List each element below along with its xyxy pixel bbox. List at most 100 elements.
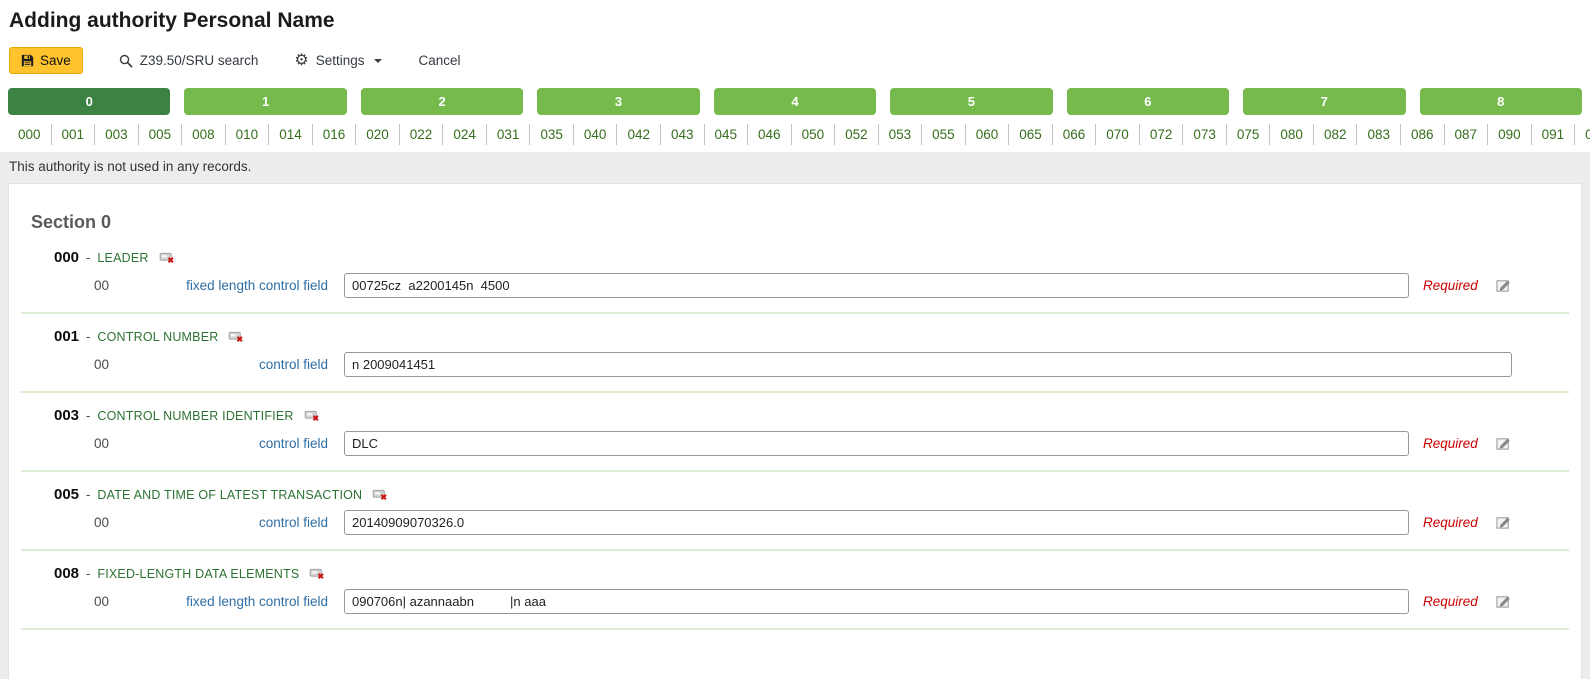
indicators: 00 — [94, 594, 154, 609]
subfield-value-input[interactable] — [344, 352, 1512, 377]
tag-dash: - — [86, 250, 90, 265]
tab-section[interactable]: 0 — [8, 88, 170, 115]
cancel-button[interactable]: Cancel — [418, 53, 460, 68]
tag-link[interactable]: 024 — [453, 127, 476, 142]
tab-section[interactable]: 1 — [184, 88, 346, 115]
subfield-label-link[interactable]: fixed length control field — [154, 594, 328, 609]
tag-link[interactable]: 082 — [1324, 127, 1347, 142]
save-button[interactable]: Save — [9, 47, 83, 74]
subfield-line: 00 control field Required — [21, 510, 1569, 535]
tag-link-item: 042 — [617, 124, 661, 145]
tag-link[interactable]: 035 — [540, 127, 563, 142]
tag-link[interactable]: 060 — [976, 127, 999, 142]
tag-link[interactable]: 052 — [845, 127, 868, 142]
tag-link[interactable]: 091 — [1542, 127, 1565, 142]
tab-section[interactable]: 5 — [890, 88, 1052, 115]
tag-link[interactable]: 066 — [1063, 127, 1086, 142]
tag-link[interactable]: 072 — [1150, 127, 1173, 142]
required-label: Required — [1423, 594, 1478, 609]
tag-link[interactable]: 020 — [366, 127, 389, 142]
edit-in-editor-icon[interactable] — [1496, 278, 1511, 293]
tag-link-item: 031 — [487, 124, 531, 145]
z3950-search-button[interactable]: Z39.50/SRU search — [119, 53, 259, 68]
edit-in-editor-icon[interactable] — [1496, 436, 1511, 451]
tag-link[interactable]: 040 — [584, 127, 607, 142]
delete-field-icon[interactable]: ✖ — [159, 252, 175, 264]
tag-link[interactable]: 055 — [932, 127, 955, 142]
tag-number: 008 — [54, 565, 79, 582]
subfield-value-input[interactable] — [344, 510, 1409, 535]
edit-in-editor-icon[interactable] — [1496, 594, 1511, 609]
subfield-label-link[interactable]: control field — [154, 436, 328, 451]
tab-section[interactable]: 2 — [361, 88, 523, 115]
cancel-label: Cancel — [418, 53, 460, 68]
subfield-label-link[interactable]: control field — [154, 515, 328, 530]
tag-dash: - — [86, 566, 90, 581]
tag-dash: - — [86, 329, 90, 344]
tag-link[interactable]: 050 — [802, 127, 825, 142]
svg-text:✖: ✖ — [167, 256, 174, 264]
tab-section[interactable]: 4 — [714, 88, 876, 115]
tag-link[interactable]: 065 — [1019, 127, 1042, 142]
tag-link[interactable]: 010 — [236, 127, 259, 142]
tag-link-item: 022 — [400, 124, 444, 145]
tab-label: 8 — [1497, 94, 1504, 109]
tag-link[interactable]: 043 — [671, 127, 694, 142]
tab-label: 1 — [262, 94, 269, 109]
chevron-down-icon — [374, 59, 382, 63]
subfield-label-link[interactable]: control field — [154, 357, 328, 372]
tab-label: 5 — [968, 94, 975, 109]
tag-number: 001 — [54, 328, 79, 345]
edit-in-editor-icon[interactable] — [1496, 515, 1511, 530]
tab-section[interactable]: 8 — [1420, 88, 1582, 115]
subfield-label-link[interactable]: fixed length control field — [154, 278, 328, 293]
tag-link-item: 072 — [1140, 124, 1184, 145]
tag-link-item: 075 — [1227, 124, 1271, 145]
tag-link[interactable]: 075 — [1237, 127, 1260, 142]
tag-line: 005 - DATE AND TIME OF LATEST TRANSACTIO… — [21, 486, 1569, 503]
tab-section[interactable]: 3 — [537, 88, 699, 115]
tag-link[interactable]: 016 — [323, 127, 346, 142]
settings-menu-button[interactable]: ⚙ Settings — [294, 53, 382, 69]
tag-link[interactable]: 092 — [1585, 127, 1590, 142]
tag-link[interactable]: 090 — [1498, 127, 1521, 142]
tag-link-item: 082 — [1314, 124, 1358, 145]
tag-link[interactable]: 073 — [1193, 127, 1216, 142]
tag-link[interactable]: 046 — [758, 127, 781, 142]
delete-field-icon[interactable]: ✖ — [309, 568, 325, 580]
tag-link[interactable]: 083 — [1367, 127, 1390, 142]
tag-link[interactable]: 042 — [627, 127, 650, 142]
subfield-value-input[interactable] — [344, 589, 1409, 614]
tab-section[interactable]: 7 — [1243, 88, 1405, 115]
tag-name: CONTROL NUMBER — [97, 330, 218, 344]
tag-link[interactable]: 022 — [410, 127, 433, 142]
tag-link[interactable]: 014 — [279, 127, 302, 142]
tag-link[interactable]: 086 — [1411, 127, 1434, 142]
tag-link-item: 020 — [356, 124, 400, 145]
tag-link[interactable]: 001 — [62, 127, 85, 142]
tag-link-item: 035 — [530, 124, 574, 145]
subfield-value-input[interactable] — [344, 273, 1409, 298]
tag-link[interactable]: 080 — [1280, 127, 1303, 142]
tag-link-item: 045 — [705, 124, 749, 145]
tag-link[interactable]: 087 — [1455, 127, 1478, 142]
subfield-line: 00 fixed length control field Required — [21, 589, 1569, 614]
tag-link[interactable]: 070 — [1106, 127, 1129, 142]
tag-link[interactable]: 000 — [18, 127, 41, 142]
tag-link-item: 016 — [313, 124, 357, 145]
delete-field-icon[interactable]: ✖ — [372, 489, 388, 501]
tag-link[interactable]: 005 — [149, 127, 172, 142]
tag-dash: - — [86, 408, 90, 423]
delete-field-icon[interactable]: ✖ — [304, 410, 320, 422]
tag-link[interactable]: 003 — [105, 127, 128, 142]
editor-panel: Section 0 000 - LEADER ✖ 00 — [8, 183, 1582, 679]
tag-link[interactable]: 008 — [192, 127, 215, 142]
tag-link[interactable]: 031 — [497, 127, 520, 142]
tag-link[interactable]: 053 — [889, 127, 912, 142]
tag-link-item: 050 — [792, 124, 836, 145]
subfield-line: 00 fixed length control field Required — [21, 273, 1569, 298]
tag-link[interactable]: 045 — [715, 127, 738, 142]
subfield-value-input[interactable] — [344, 431, 1409, 456]
delete-field-icon[interactable]: ✖ — [228, 331, 244, 343]
tab-section[interactable]: 6 — [1067, 88, 1229, 115]
